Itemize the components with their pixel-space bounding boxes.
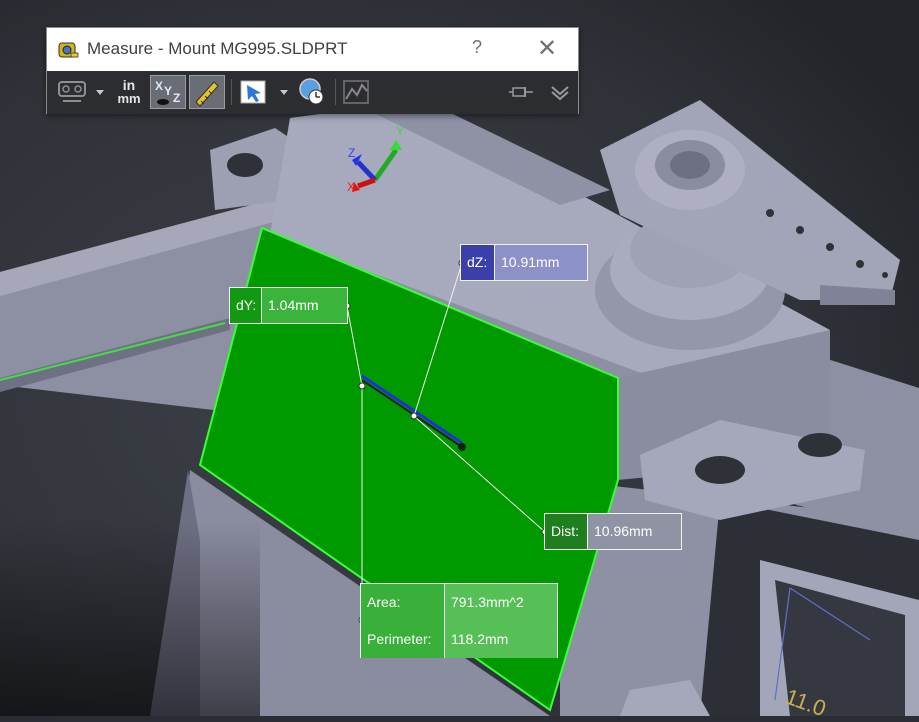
measure-toolbar: in mm X Y Z (47, 71, 578, 114)
perimeter-row: Perimeter: 118.2mm (361, 621, 557, 658)
dialog-titlebar[interactable]: Measure - Mount MG995.SLDPRT ? ✕ (47, 28, 578, 71)
svg-text:X: X (155, 79, 163, 93)
area-perimeter-callout[interactable]: Area: 791.3mm^2 Perimeter: 118.2mm (360, 583, 558, 658)
help-button[interactable]: ? (467, 37, 487, 61)
create-sensor-icon[interactable] (341, 75, 371, 109)
dy-callout[interactable]: dY: 1.04mm (229, 287, 348, 324)
dist-value: 10.96mm (588, 514, 681, 549)
chevron-down-icon[interactable] (277, 75, 291, 109)
expand-icon[interactable] (547, 75, 573, 109)
measurement-history-icon[interactable] (295, 75, 329, 109)
dz-callout[interactable]: dZ: 10.91mm (460, 244, 588, 281)
perimeter-value: 118.2mm (445, 621, 557, 658)
perimeter-label: Perimeter: (361, 621, 445, 658)
svg-text:Y: Y (164, 84, 172, 98)
dist-label: Dist: (545, 514, 588, 549)
units-button[interactable]: in mm (113, 75, 145, 109)
measure-dialog: Measure - Mount MG995.SLDPRT ? ✕ in mm X… (46, 27, 579, 114)
arc-circle-measure-icon[interactable] (55, 75, 89, 109)
point-to-point-icon[interactable] (189, 75, 225, 109)
chevron-down-icon[interactable] (93, 75, 107, 109)
svg-text:Z: Z (173, 91, 180, 105)
dy-label: dY: (230, 288, 262, 323)
area-row: Area: 791.3mm^2 (361, 584, 557, 622)
triad-y-label: Y (396, 124, 405, 138)
units-in-label: in (122, 77, 136, 93)
area-label: Area: (361, 584, 445, 621)
dz-value: 10.91mm (495, 245, 587, 280)
dist-callout[interactable]: Dist: 10.96mm (544, 513, 682, 550)
dialog-title: Measure - Mount MG995.SLDPRT (87, 39, 348, 58)
dz-label: dZ: (461, 245, 495, 280)
measure-tape-icon (57, 38, 79, 60)
pin-icon[interactable] (507, 75, 535, 109)
close-button[interactable]: ✕ (534, 34, 560, 64)
triad-z-label: Z (348, 146, 356, 160)
xyz-measure-icon[interactable]: X Y Z (150, 75, 186, 109)
triad-x-label: X (347, 180, 356, 194)
units-mm-label: mm (117, 91, 141, 106)
area-value: 791.3mm^2 (445, 584, 557, 621)
projection-icon[interactable] (237, 75, 271, 109)
dy-value: 1.04mm (262, 288, 347, 323)
